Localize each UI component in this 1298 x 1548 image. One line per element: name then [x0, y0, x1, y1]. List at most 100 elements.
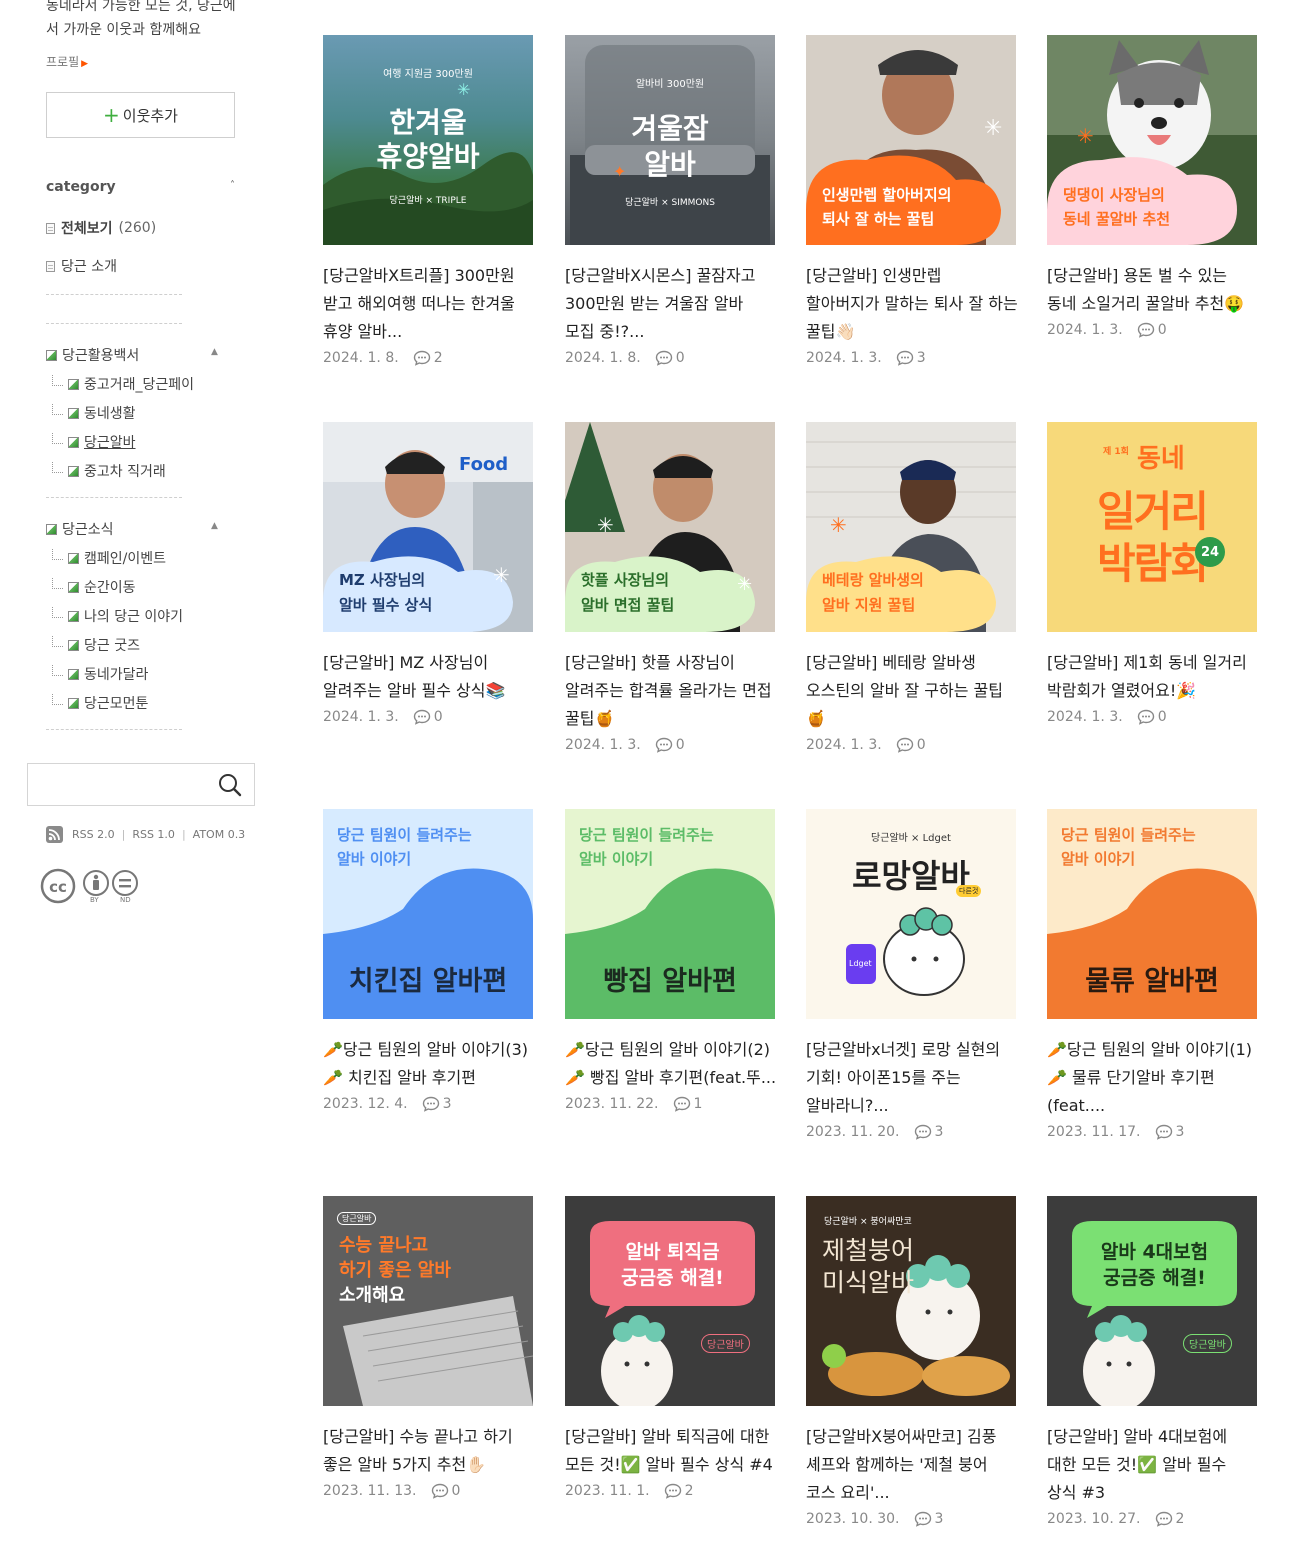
post-thumbnail[interactable]: ✳ 여행 지원금 300만원 한겨울 휴양알바 당근알바 × TRIPLE [323, 35, 533, 245]
post-date: 2024. 1. 3. [806, 737, 882, 753]
add-neighbor-button[interactable]: + 이웃추가 [46, 92, 235, 138]
post-card[interactable]: 당근알바 × 붕어싸만코 제철붕어 미식알바 [당근알바X붕어싸만코] 김풍 셰… [806, 1196, 1018, 1527]
post-thumbnail[interactable]: 당근 팀원이 들려주는 알바 이야기 물류 알바편 [1047, 809, 1257, 1019]
collapse-triangle-icon[interactable]: ▲ [211, 521, 218, 531]
post-card[interactable]: ✳ ✳ 핫플 사장님의 알바 면접 꿀팁 [당근알바] 핫플 사장님이 알려주는… [565, 422, 777, 753]
comment-count[interactable]: 0 [1137, 709, 1167, 725]
post-thumbnail[interactable]: ✳ 인생만렙 할아버지의 퇴사 잘 하는 꿀팁 [806, 35, 1016, 245]
post-title[interactable]: [당근알바] 핫플 사장님이 알려주는 합격률 올라가는 면접 꿀팁🍯 [565, 649, 777, 733]
sidebar-item-alba[interactable]: 당근알바 [52, 432, 136, 452]
rss2-link[interactable]: RSS 2.0 [72, 828, 115, 841]
comment-count[interactable]: 3 [422, 1096, 452, 1112]
comment-count[interactable]: 0 [413, 709, 443, 725]
post-title[interactable]: [당근알바] 인생만렙 할아버지가 말하는 퇴사 잘 하는 꿀팁👋🏻 [806, 262, 1018, 346]
post-card[interactable]: ✳ 베테랑 알바생의 알바 지원 꿀팁 [당근알바] 베테랑 알바생 오스틴의 … [806, 422, 1018, 753]
atom-link[interactable]: ATOM 0.3 [193, 828, 246, 841]
rabbit-bubble-thumb-art [590, 1221, 755, 1406]
post-date: 2024. 1. 3. [806, 350, 882, 366]
post-card[interactable]: ✳ Food MZ 사장님의 알바 필수 상식 [당근알바] MZ 사장님이 알… [323, 422, 535, 725]
post-thumbnail[interactable]: ✳ ✳ 핫플 사장님의 알바 면접 꿀팁 [565, 422, 775, 632]
post-card[interactable]: ✳ 댕댕이 사장님의 동네 꿀알바 추천 [당근알바] 용돈 벌 수 있는 동네… [1047, 35, 1259, 338]
search-input[interactable] [36, 772, 210, 800]
post-thumbnail[interactable]: ✳ 베테랑 알바생의 알바 지원 꿀팁 [806, 422, 1016, 632]
category-all[interactable]: 전체보기 (260) [46, 218, 156, 238]
category-group-2[interactable]: 당근소식 [46, 519, 114, 539]
post-thumbnail[interactable]: ✳ Food MZ 사장님의 알바 필수 상식 [323, 422, 533, 632]
image-icon [68, 436, 79, 448]
post-thumbnail[interactable]: 당근 팀원이 들려주는 알바 이야기 치킨집 알바편 [323, 809, 533, 1019]
post-title[interactable]: [당근알바] 수능 끝나고 하기 좋은 알바 5가지 추천✋🏻 [323, 1423, 535, 1479]
post-thumbnail[interactable]: 당근알바 수능 끝나고 하기 좋은 알바 소개해요 [323, 1196, 533, 1406]
post-thumbnail[interactable]: 당근알바 × 붕어싸만코 제철붕어 미식알바 [806, 1196, 1016, 1406]
comment-count[interactable]: 1 [673, 1096, 702, 1112]
post-thumbnail[interactable]: 당근알바 × Ldget 로망알바 다른것 Ldget [806, 809, 1016, 1019]
post-card[interactable]: ✳ 인생만렙 할아버지의 퇴사 잘 하는 꿀팁 [당근알바] 인생만렙 할아버지… [806, 35, 1018, 366]
collapse-triangle-icon[interactable]: ▲ [211, 347, 218, 357]
rss1-link[interactable]: RSS 1.0 [132, 828, 175, 841]
post-title[interactable]: [당근알바] 제1회 동네 일거리 박람회가 열렸어요!🎉 [1047, 649, 1259, 705]
sidebar-item-neighborhood[interactable]: 동네생활 [52, 403, 136, 423]
post-title[interactable]: [당근알바x너겟] 로망 실현의 기회! 아이폰15를 주는 알바라니?... [806, 1036, 1018, 1120]
sidebar-item-used-car[interactable]: 중고차 직거래 [52, 461, 166, 481]
comment-count[interactable]: 2 [413, 350, 443, 366]
sidebar-item-used-trade[interactable]: 중고거래_당근페이 [52, 374, 194, 394]
post-thumbnail[interactable]: ✦ 알바비 300만원 겨울잠 알바 당근알바 × SIMMONS [565, 35, 775, 245]
post-thumbnail[interactable]: 알바 퇴직금 궁금증 해결! 당근알바 [565, 1196, 775, 1406]
post-card[interactable]: 당근알바 × Ldget 로망알바 다른것 Ldget [당근알바x너겟] 로망… [806, 809, 1018, 1140]
category-intro[interactable]: 당근 소개 [46, 256, 117, 276]
comment-count[interactable]: 0 [1137, 322, 1167, 338]
post-thumbnail[interactable]: 당근 팀원이 들려주는 알바 이야기 빵집 알바편 [565, 809, 775, 1019]
plus-icon: + [103, 103, 120, 127]
sidebar-item-teleport[interactable]: 순간이동 [52, 577, 136, 597]
search-icon[interactable] [218, 773, 242, 797]
post-title[interactable]: [당근알바X시몬스] 꿀잠자고 300만원 받는 겨울잠 알바 모집 중!?..… [565, 262, 777, 346]
sidebar-item-neighborhood-diff[interactable]: 동네가달라 [52, 664, 148, 684]
profile-link[interactable]: 프로필 ▶ [46, 53, 88, 70]
sidebar-item-my-story[interactable]: 나의 당근 이야기 [52, 606, 183, 626]
category-group-1[interactable]: 당근활용백서 [46, 345, 139, 365]
sidebar-item-campaign[interactable]: 캠페인/이벤트 [52, 548, 166, 568]
thumb-text: 당근알바 × SIMMONS [625, 198, 715, 208]
post-title[interactable]: [당근알바] 알바 퇴직금에 대한 모든 것!✅ 알바 필수 상식 #4 [565, 1423, 777, 1479]
post-card[interactable]: ✳ 여행 지원금 300만원 한겨울 휴양알바 당근알바 × TRIPLE [당… [323, 35, 535, 366]
comment-count[interactable]: 2 [664, 1483, 694, 1499]
post-card[interactable]: 당근 팀원이 들려주는 알바 이야기 물류 알바편 🥕당근 팀원의 알바 이야기… [1047, 809, 1259, 1140]
post-title[interactable]: 🥕당근 팀원의 알바 이야기(3)🥕 치킨집 알바 후기편 [323, 1036, 535, 1092]
comment-count[interactable]: 3 [914, 1124, 943, 1140]
post-card[interactable]: 알바 4대보험 궁금증 해결! 당근알바 [당근알바] 알바 4대보험에 대한 … [1047, 1196, 1259, 1527]
comment-count[interactable]: 2 [1155, 1511, 1184, 1527]
comment-count[interactable]: 0 [655, 737, 685, 753]
post-title[interactable]: [당근알바] MZ 사장님이 알려주는 알바 필수 상식📚 [323, 649, 535, 705]
post-date: 2024. 1. 3. [1047, 709, 1123, 725]
post-card[interactable]: 당근알바 수능 끝나고 하기 좋은 알바 소개해요 [당근알바] 수능 끝나고 … [323, 1196, 535, 1499]
comment-count[interactable]: 3 [896, 350, 926, 366]
post-card[interactable]: 제 1회 동네 일거리 박람회 24 [당근알바] 제1회 동네 일거리 박람회… [1047, 422, 1259, 725]
comment-count[interactable]: 3 [914, 1511, 943, 1527]
post-card[interactable]: 당근 팀원이 들려주는 알바 이야기 빵집 알바편 🥕당근 팀원의 알바 이야기… [565, 809, 777, 1112]
post-thumbnail[interactable]: ✳ 댕댕이 사장님의 동네 꿀알바 추천 [1047, 35, 1257, 245]
comment-count[interactable]: 0 [655, 350, 685, 366]
post-title[interactable]: 🥕당근 팀원의 알바 이야기(2)🥕 빵집 알바 후기편(feat.뚜... [565, 1036, 777, 1092]
post-card[interactable]: ✦ 알바비 300만원 겨울잠 알바 당근알바 × SIMMONS [당근알바X… [565, 35, 777, 366]
comment-count[interactable]: 3 [1155, 1124, 1184, 1140]
post-title[interactable]: [당근알바] 베테랑 알바생 오스틴의 알바 잘 구하는 꿀팁🍯 [806, 649, 1018, 733]
comment-count[interactable]: 0 [431, 1483, 460, 1499]
post-title[interactable]: [당근알바X붕어싸만코] 김풍 셰프와 함께하는 '제철 붕어 코스 요리'..… [806, 1423, 1018, 1507]
sidebar-item-momentoon[interactable]: 당근모먼툰 [52, 693, 148, 713]
post-thumbnail[interactable]: 제 1회 동네 일거리 박람회 24 [1047, 422, 1257, 632]
post-title[interactable]: 🥕당근 팀원의 알바 이야기(1)🥕 물류 단기알바 후기편(feat.... [1047, 1036, 1259, 1120]
post-card[interactable]: 당근 팀원이 들려주는 알바 이야기 치킨집 알바편 🥕당근 팀원의 알바 이야… [323, 809, 535, 1112]
post-card[interactable]: 알바 퇴직금 궁금증 해결! 당근알바 [당근알바] 알바 퇴직금에 대한 모든… [565, 1196, 777, 1499]
post-title[interactable]: [당근알바] 용돈 벌 수 있는 동네 소일거리 꿀알바 추천🤑 [1047, 262, 1259, 318]
post-title[interactable]: [당근알바X트리플] 300만원 받고 해외여행 떠나는 한겨울 휴양 알바..… [323, 262, 535, 346]
sidebar-item-label: 당근 굿즈 [84, 638, 140, 654]
profile-link-label[interactable]: 프로필 [46, 55, 79, 69]
svg-text:cc: cc [49, 878, 67, 896]
post-date: 2024. 1. 3. [1047, 322, 1123, 338]
comment-count[interactable]: 0 [896, 737, 926, 753]
sidebar-item-goods[interactable]: 당근 굿즈 [52, 635, 140, 655]
creative-commons-badge[interactable]: cc BY ND [40, 866, 140, 912]
category-collapse-icon[interactable]: ˄ [230, 180, 235, 191]
post-title[interactable]: [당근알바] 알바 4대보험에 대한 모든 것!✅ 알바 필수 상식 #3 [1047, 1423, 1259, 1507]
post-thumbnail[interactable]: 알바 4대보험 궁금증 해결! 당근알바 [1047, 1196, 1257, 1406]
